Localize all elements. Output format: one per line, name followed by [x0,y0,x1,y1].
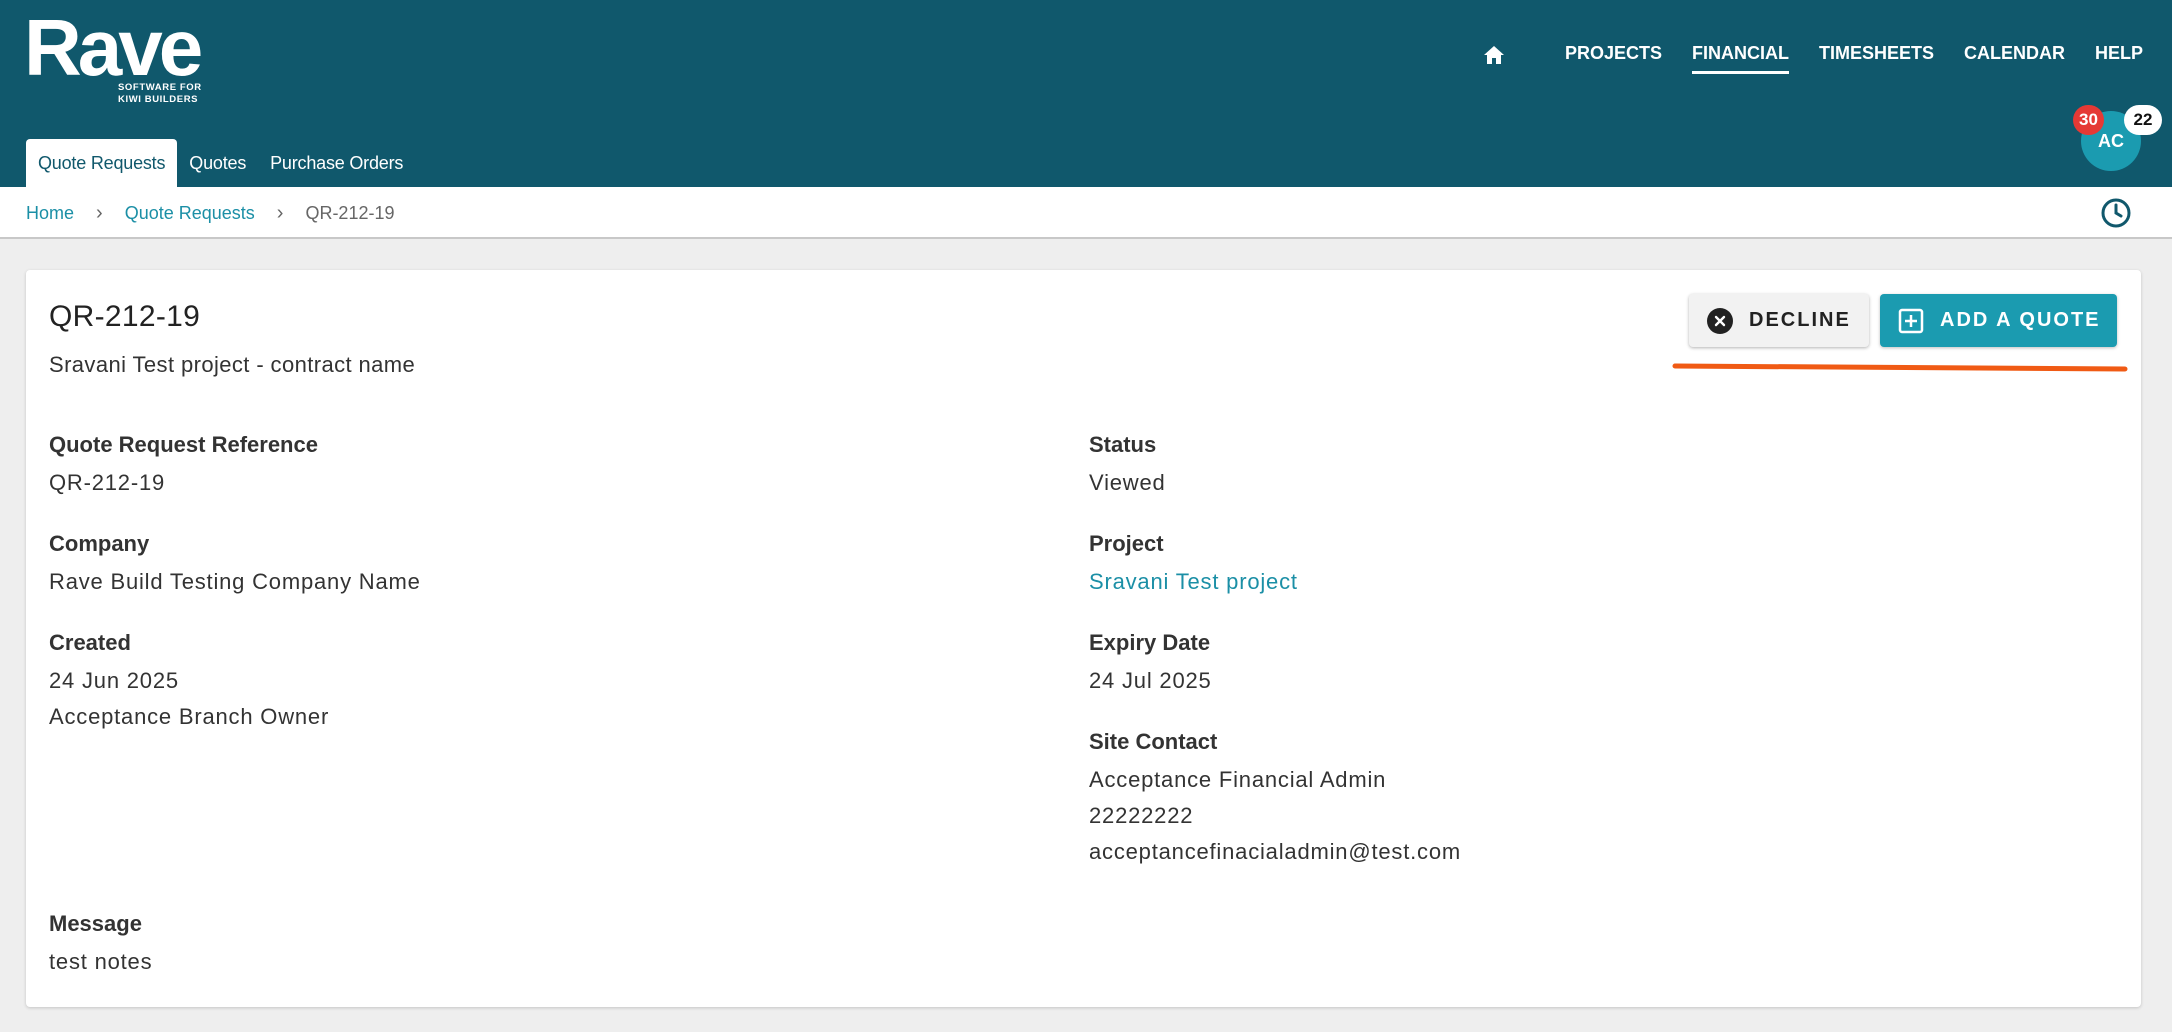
nav-financial[interactable]: FINANCIAL [1691,38,1789,74]
nav-calendar[interactable]: CALENDAR [1964,38,2065,72]
app-header: Rave SOFTWARE FOR KIWI BUILDERS PROJECTS… [0,0,2172,187]
quote-request-card: QR-212-19 Sravani Test project - contrac… [26,270,2141,1007]
logo-tagline: SOFTWARE FOR KIWI BUILDERS [118,82,202,105]
home-icon[interactable] [1481,42,1507,68]
created-by: Acceptance Branch Owner [49,704,330,729]
chevron-right-icon: › [96,201,103,224]
logo-wordmark: Rave [24,3,203,92]
site-contact-email: acceptancefinacialadmin@test.com [1089,839,1461,864]
nav-help[interactable]: HELP [2095,38,2143,72]
message-label: Message [49,911,142,936]
project-link[interactable]: Sravani Test project [1089,564,1298,600]
site-contact-label: Site Contact [1089,729,1218,754]
status-value: Viewed [1089,470,1166,495]
add-box-icon [1898,308,1924,334]
company-label: Company [49,531,150,556]
status-field: Status Viewed [1089,425,1166,501]
reference-field: Quote Request Reference QR-212-19 [49,425,318,501]
nav-projects[interactable]: PROJECTS [1565,38,1662,72]
annotation-underline [1672,363,2128,372]
top-navigation: PROJECTS FINANCIAL TIMESHEETS CALENDAR H… [1481,38,2143,74]
created-field: Created 24 Jun 2025 Acceptance Branch Ow… [49,623,329,735]
tab-quotes[interactable]: Quotes [177,139,258,187]
page-subtitle: Sravani Test project - contract name [49,352,416,377]
site-contact-field: Site Contact Acceptance Financial Admin … [1089,722,1461,870]
close-circle-icon [1707,307,1733,334]
breadcrumb-quote-requests[interactable]: Quote Requests [125,203,255,224]
site-contact-name: Acceptance Financial Admin [1089,767,1387,792]
decline-button[interactable]: DECLINE [1689,294,1869,347]
notification-badge[interactable]: 30 [2073,105,2104,135]
history-clock-icon[interactable] [2100,197,2132,229]
expiry-field: Expiry Date 24 Jul 2025 [1089,623,1212,699]
page-title: QR-212-19 [49,300,201,333]
status-label: Status [1089,432,1157,457]
count-badge[interactable]: 22 [2124,105,2162,135]
company-field: Company Rave Build Testing Company Name [49,524,421,600]
add-quote-label: ADD A QUOTE [1940,309,2101,331]
message-value: test notes [49,949,153,974]
decline-label: DECLINE [1749,309,1851,331]
tab-quote-requests[interactable]: Quote Requests [26,139,178,187]
project-field: Project Sravani Test project [1089,524,1298,600]
expiry-label: Expiry Date [1089,630,1211,655]
breadcrumb-current: QR-212-19 [305,202,395,223]
breadcrumb-bar: Home › Quote Requests › QR-212-19 [0,187,2172,239]
created-date: 24 Jun 2025 [49,668,179,693]
site-contact-phone: 22222222 [1089,803,1194,828]
message-field: Message test notes [49,904,152,980]
company-value: Rave Build Testing Company Name [49,569,421,594]
breadcrumb-home[interactable]: Home [26,203,74,224]
reference-label: Quote Request Reference [49,432,318,457]
reference-value: QR-212-19 [49,470,166,495]
chevron-right-icon: › [276,201,284,224]
tab-purchase-orders[interactable]: Purchase Orders [258,139,415,187]
expiry-value: 24 Jul 2025 [1089,668,1212,693]
add-quote-button[interactable]: ADD A QUOTE [1880,294,2117,347]
breadcrumb: Home › Quote Requests › QR-212-19 [26,187,394,239]
created-label: Created [49,630,131,655]
nav-timesheets[interactable]: TIMESHEETS [1819,38,1934,72]
rave-logo[interactable]: Rave SOFTWARE FOR KIWI BUILDERS [24,8,214,110]
sub-tabs: Quote Requests Quotes Purchase Orders [26,139,415,187]
project-label: Project [1089,531,1164,556]
